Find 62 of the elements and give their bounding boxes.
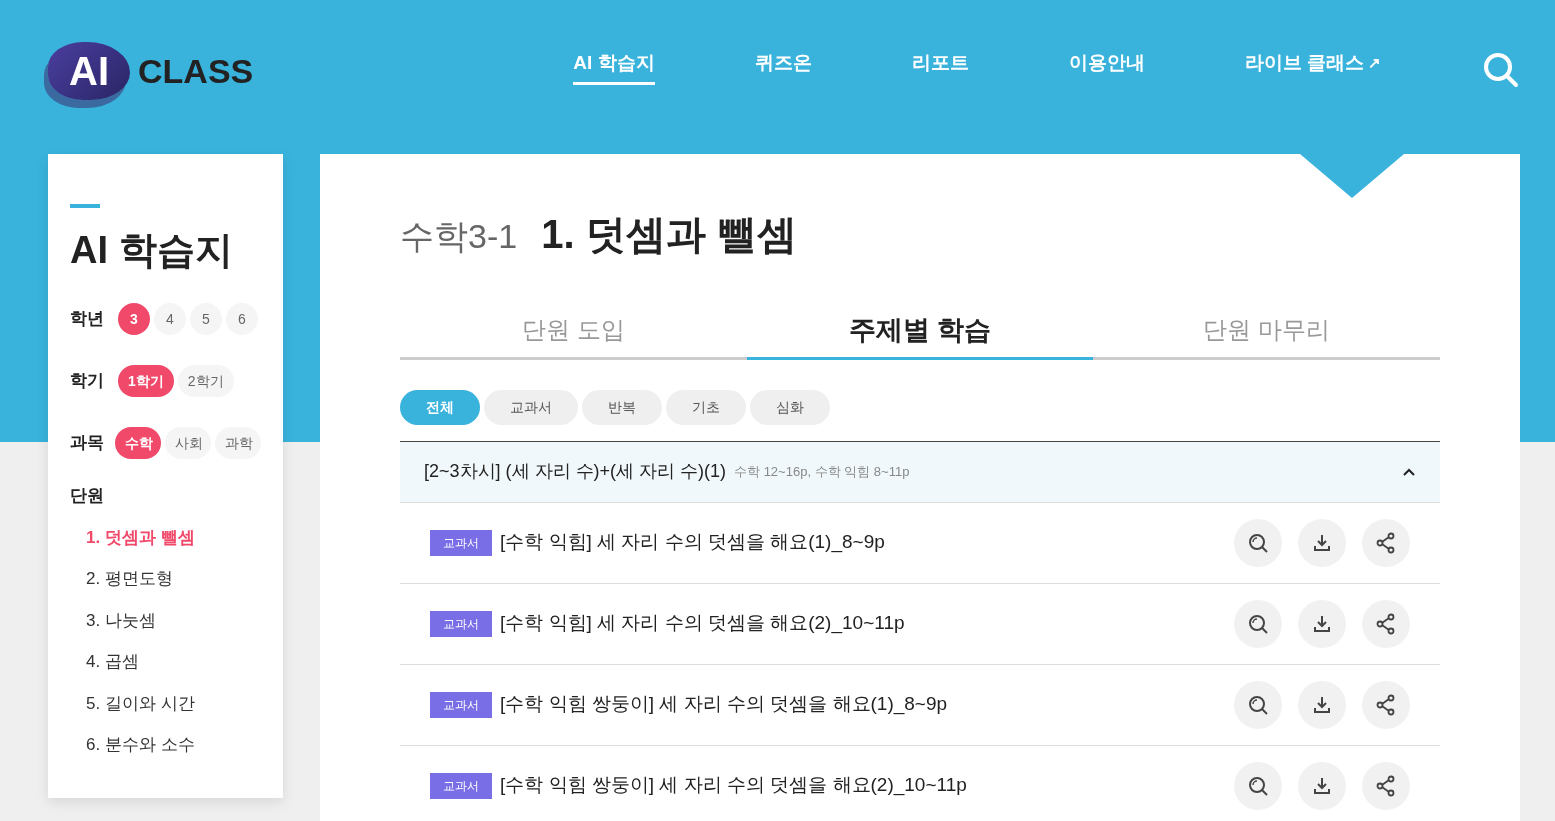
worksheet-title[interactable]: [수학 익힘 쌍둥이] 세 자리 수의 덧셈을 해요(1)_8~9p [500, 690, 948, 719]
subject-label: 수학3-1 [400, 216, 518, 257]
preview-button[interactable] [1234, 599, 1282, 648]
section-title: [2~3차시] (세 자리 수)+(세 자리 수)(1) [424, 460, 727, 483]
unit-link[interactable]: 5. 길이와 시간 [86, 690, 261, 716]
preview-button[interactable] [1234, 518, 1282, 567]
caret-icon[interactable] [1402, 467, 1416, 477]
share-button[interactable] [1362, 680, 1410, 729]
magnifier-icon [1247, 531, 1269, 554]
preview-button[interactable] [1234, 680, 1282, 729]
share-icon [1375, 612, 1397, 635]
worksheet-title[interactable]: [수학 익힘 쌍둥이] 세 자리 수의 덧셈을 해요(2)_10~11p [500, 771, 967, 800]
filter-label: 학기 [70, 370, 105, 393]
magnifier-icon [1247, 693, 1269, 716]
category-tag: 교과서 [430, 610, 492, 637]
filter-option[interactable]: 사회 [164, 427, 211, 459]
category-tag: 교과서 [430, 691, 492, 718]
section-pages: 수학 12~16p, 수학 익힘 8~11p [734, 462, 910, 481]
filter-chip[interactable]: 반복 [582, 389, 662, 425]
unit-link[interactable]: 4. 곱셈 [86, 649, 261, 675]
filter-option[interactable]: 3 [118, 303, 150, 335]
download-button[interactable] [1298, 680, 1346, 729]
tab[interactable]: 단원 도입 [400, 304, 747, 360]
share-icon [1375, 693, 1397, 716]
magnifier-icon [1247, 774, 1269, 797]
sidebar-title: AI 학습지 [70, 228, 233, 273]
share-icon [1375, 774, 1397, 797]
worksheet-title[interactable]: [수학 익힘] 세 자리 수의 덧셈을 해요(1)_8~9p [500, 528, 885, 557]
download-button[interactable] [1298, 761, 1346, 810]
unit-link[interactable]: 1. 덧셈과 뺄셈 [86, 524, 261, 550]
logo-text[interactable]: CLASS [138, 45, 254, 97]
filter-option[interactable]: 수학 [114, 427, 161, 459]
share-button[interactable] [1362, 599, 1410, 648]
unit-link[interactable]: 2. 평면도형 [86, 566, 261, 592]
filter-chip[interactable]: 심화 [750, 389, 830, 425]
share-button[interactable] [1362, 761, 1410, 810]
tab[interactable]: 단원 마무리 [1093, 304, 1440, 360]
category-tag: 교과서 [430, 772, 492, 799]
preview-button[interactable] [1234, 761, 1282, 810]
filter-option[interactable]: 6 [226, 303, 258, 335]
filter-label: 과목 [70, 432, 105, 455]
unit-title: 1. 덧셈과 뺄셈 [541, 211, 797, 258]
filter-option[interactable]: 1학기 [118, 365, 174, 397]
units-label: 단원 [70, 485, 105, 507]
worksheet-title[interactable]: [수학 익힘] 세 자리 수의 덧셈을 해요(2)_10~11p [500, 609, 905, 638]
unit-link[interactable]: 3. 나눗셈 [86, 607, 261, 633]
tab[interactable]: 주제별 학습 [746, 304, 1094, 360]
filter-label: 학년 [70, 308, 105, 331]
category-tag: 교과서 [430, 529, 492, 556]
share-button[interactable] [1362, 518, 1410, 567]
filter-option[interactable]: 과학 [214, 427, 261, 459]
download-button[interactable] [1298, 599, 1346, 648]
unit-link[interactable]: 6. 분수와 소수 [86, 732, 261, 758]
external-link-mark: ↗ [1367, 53, 1381, 74]
filter-chip[interactable]: 교과서 [484, 389, 578, 425]
filter-option[interactable]: 5 [190, 303, 222, 335]
download-button[interactable] [1298, 518, 1346, 567]
filter-chip[interactable]: 기초 [666, 389, 746, 425]
filter-option[interactable]: 4 [154, 303, 186, 335]
share-icon [1375, 531, 1397, 554]
filter-option[interactable]: 2학기 [177, 365, 234, 397]
magnifier-icon [1247, 612, 1269, 635]
